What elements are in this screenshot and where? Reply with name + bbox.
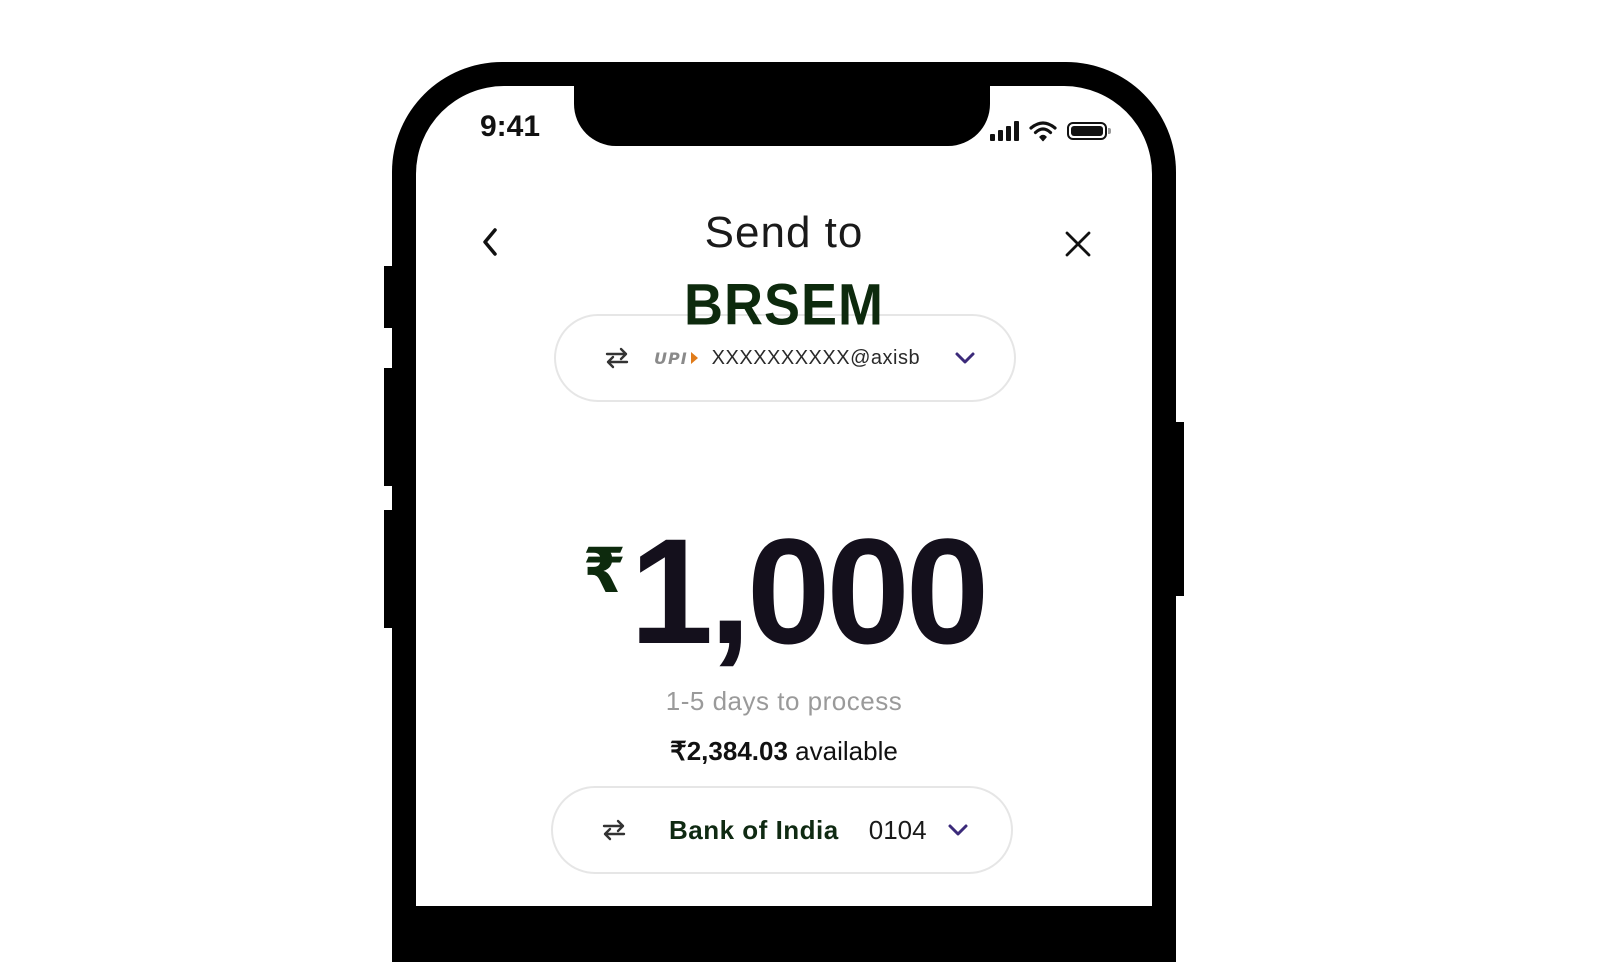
status-icons — [990, 118, 1111, 144]
recipient-name: BRSEM — [683, 272, 884, 338]
swap-icon — [602, 819, 626, 841]
phone-side-button — [384, 368, 394, 486]
page-title: Send to — [704, 208, 864, 257]
account-suffix: 0104 — [868, 814, 927, 845]
upi-id: XXXXXXXXXX@axisb — [711, 346, 921, 369]
amount-value: 1,000 — [629, 507, 989, 675]
wifi-icon — [1029, 121, 1057, 142]
phone-side-button — [384, 510, 394, 628]
source-account-selector[interactable]: Bank of India 0104 — [551, 786, 1013, 874]
upi-logo: UPI — [654, 349, 698, 368]
bank-name: Bank of India — [669, 814, 839, 845]
currency-symbol: ₹ — [582, 534, 626, 607]
close-icon — [1065, 231, 1091, 257]
phone-screen: 9:41 Send to UPI XXXXXXXXXX@axisb BRSEM … — [416, 86, 1152, 906]
balance-amount: 2,384.03 — [686, 736, 788, 766]
available-balance: ₹2,384.03 available — [416, 736, 1152, 767]
phone-side-button — [1174, 422, 1184, 596]
chevron-down-icon[interactable] — [947, 823, 969, 837]
signal-icon — [990, 121, 1019, 141]
status-time: 9:41 — [480, 110, 541, 143]
phone-side-button — [384, 266, 394, 328]
close-button[interactable] — [1058, 224, 1098, 264]
balance-suffix: available — [795, 736, 898, 766]
amount-display[interactable]: ₹ 1,000 — [416, 516, 1152, 666]
battery-icon — [1067, 122, 1111, 140]
processing-note: 1-5 days to process — [665, 686, 903, 716]
chevron-down-icon[interactable] — [954, 351, 976, 365]
notch — [574, 86, 990, 146]
swap-icon — [605, 347, 629, 369]
balance-currency: ₹ — [670, 736, 687, 766]
